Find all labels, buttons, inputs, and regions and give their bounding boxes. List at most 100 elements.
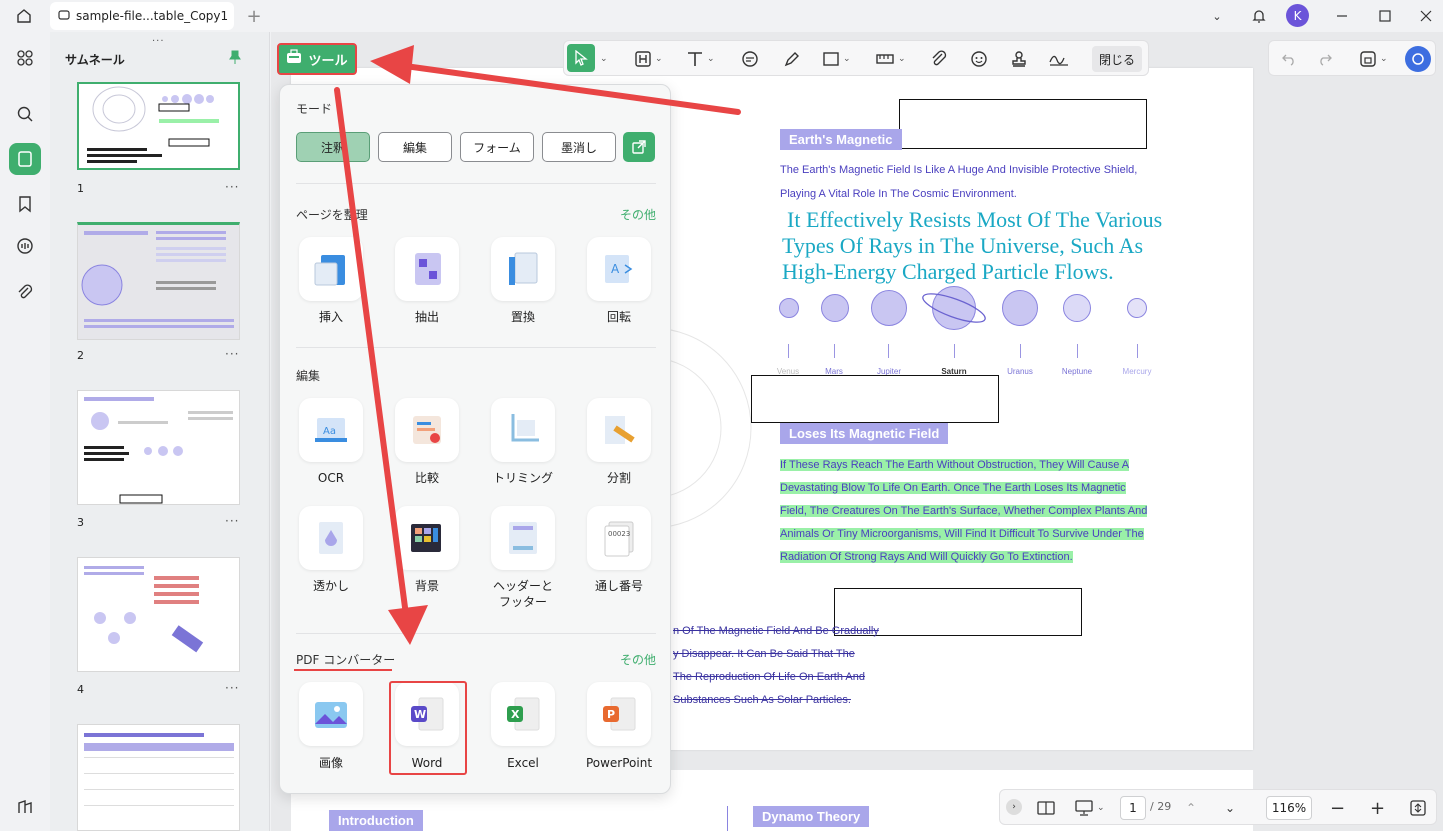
mode-annotate-button[interactable]: 注釈 (296, 132, 370, 162)
saturn-ring (922, 293, 986, 323)
rotate-label: 回転 (606, 310, 631, 324)
background-label: 背景 (414, 579, 439, 593)
rotate-page-icon[interactable]: A (587, 237, 651, 301)
extract-page-icon[interactable] (395, 237, 459, 301)
planet-label: Uranus (1007, 367, 1033, 376)
convert-to-powerpoint-icon[interactable]: P (587, 682, 651, 746)
highlighted-text[interactable]: Animals Or Tiny Microorganisms, Will Fin… (780, 528, 1144, 540)
thumbnail-more-icon[interactable]: ··· (225, 681, 239, 695)
close-toolbar-button[interactable]: 閉じる (1092, 46, 1142, 72)
thumbnail-more-icon[interactable]: ··· (225, 514, 239, 528)
select-cursor-icon[interactable] (567, 44, 595, 72)
zoom-level-input[interactable]: 116% (1266, 796, 1312, 820)
thumbnail-page-2[interactable] (77, 222, 240, 340)
home-icon[interactable] (14, 6, 34, 26)
split-label: 分割 (606, 471, 631, 485)
resize-handle[interactable]: ··· (152, 36, 165, 47)
convert-to-image-icon[interactable] (299, 682, 363, 746)
user-avatar[interactable]: K (1286, 4, 1309, 27)
redaction-box[interactable] (751, 375, 999, 423)
strikethrough-text[interactable]: y Disappear. It Can Be Said That The (673, 648, 855, 660)
highlighted-text[interactable]: Devastating Blow To Life On Earth. Once … (780, 482, 1126, 494)
fit-page-icon[interactable] (1410, 796, 1426, 820)
strikethrough-text[interactable]: The Reproduction Of Life On Earth And (673, 671, 865, 683)
zoom-out-icon[interactable]: − (1330, 796, 1345, 820)
bookmark-icon[interactable] (9, 188, 41, 220)
attachment-icon[interactable] (9, 276, 41, 308)
previous-page-icon[interactable]: ⌃ (1186, 796, 1196, 820)
open-external-icon[interactable] (623, 132, 655, 162)
pin-icon[interactable] (228, 49, 242, 68)
undo-icon[interactable] (1281, 47, 1297, 71)
document-tab[interactable]: sample-file...table_Copy1 (50, 2, 234, 30)
header-footer-icon[interactable] (491, 506, 555, 570)
thumbnail-more-icon[interactable]: ··· (225, 180, 239, 194)
minimize-icon[interactable] (1332, 6, 1352, 26)
close-window-icon[interactable] (1416, 6, 1436, 26)
highlighted-text[interactable]: Field, The Creatures On The Earth's Surf… (780, 505, 1148, 517)
signature-icon[interactable] (1048, 47, 1070, 71)
bates-numbering-label: 通し番号 (594, 579, 643, 593)
save-icon[interactable]: ⌄ (1359, 47, 1388, 71)
thumbnail-page-3[interactable] (77, 390, 240, 505)
sticker-icon[interactable] (970, 47, 988, 71)
thumbnail-page-1[interactable] (77, 82, 240, 170)
comment-icon[interactable] (9, 230, 41, 262)
planet-uranus (1002, 290, 1038, 326)
text-tool-icon[interactable]: ⌄ (686, 47, 715, 71)
large-text: It Effectively Resists Most Of The Vario… (787, 207, 1163, 232)
tools-button[interactable]: ツール (277, 43, 357, 75)
strikethrough-text[interactable]: Substances Such As Solar Particles. (673, 694, 851, 706)
header-footer-label: ヘッダーと フッター (492, 579, 553, 609)
highlight-text-icon[interactable]: ⌄ (634, 47, 663, 71)
attachment-paperclip-icon[interactable] (930, 47, 948, 71)
mode-edit-button[interactable]: 編集 (378, 132, 452, 162)
converter-more-link[interactable]: その他 (620, 651, 656, 668)
search-icon[interactable] (9, 98, 41, 130)
planet-mars (821, 294, 849, 322)
pen-icon[interactable] (783, 47, 801, 71)
presentation-icon[interactable]: ⌄ (1074, 796, 1105, 820)
stamp-icon[interactable] (1010, 47, 1028, 71)
highlighted-text[interactable]: If These Rays Reach The Earth Without Ob… (780, 459, 1130, 471)
thumbnail-more-icon[interactable]: ··· (225, 347, 239, 361)
notification-bell-icon[interactable] (1249, 6, 1269, 26)
measure-tool-icon[interactable]: ⌄ (875, 47, 906, 71)
page-layout-icon[interactable] (1036, 796, 1056, 820)
mode-redact-button[interactable]: 墨消し (542, 132, 616, 162)
redaction-box[interactable] (899, 99, 1147, 149)
replace-page-icon[interactable] (491, 237, 555, 301)
current-page-input[interactable]: 1 (1120, 796, 1146, 820)
mode-form-button[interactable]: フォーム (460, 132, 534, 162)
select-cursor-dropdown[interactable]: ⌄ (597, 47, 608, 71)
collapse-icon[interactable]: › (1006, 799, 1022, 815)
crop-trimming-icon[interactable] (491, 398, 555, 462)
watermark-icon[interactable] (299, 506, 363, 570)
highlighted-text[interactable]: Radiation Of Strong Rays And Will Quickl… (780, 551, 1073, 563)
redo-icon[interactable] (1317, 47, 1333, 71)
thumbnail-page-icon[interactable] (9, 143, 41, 175)
shape-rectangle-icon[interactable]: ⌄ (822, 47, 851, 71)
thumbnail-page-4[interactable] (77, 557, 240, 672)
sidebar-layout-icon[interactable] (9, 791, 41, 823)
new-tab-icon[interactable]: + (244, 6, 264, 27)
ai-assistant-icon[interactable] (1405, 46, 1431, 72)
section-heading: Earth's Magnetic (780, 129, 902, 150)
maximize-icon[interactable] (1375, 6, 1395, 26)
bates-numbering-icon[interactable]: 00023 (587, 506, 651, 570)
zoom-in-icon[interactable]: + (1370, 796, 1385, 820)
comment-bubble-icon[interactable] (741, 47, 759, 71)
powerpoint-label: PowerPoint (585, 756, 653, 770)
convert-to-excel-icon[interactable]: X (491, 682, 555, 746)
ocr-icon[interactable]: Aa (299, 398, 363, 462)
strikethrough-text[interactable]: n Of The Magnetic Field And Be Gradually (673, 625, 879, 637)
split-icon[interactable] (587, 398, 651, 462)
background-icon[interactable] (395, 506, 459, 570)
thumbnail-page-5[interactable] (77, 724, 240, 831)
compare-icon[interactable] (395, 398, 459, 462)
insert-page-icon[interactable] (299, 237, 363, 301)
organize-more-link[interactable]: その他 (620, 206, 656, 223)
chevron-down-icon[interactable]: ⌄ (1207, 6, 1227, 26)
next-page-icon[interactable]: ⌄ (1225, 796, 1235, 820)
apps-grid-icon[interactable] (9, 42, 41, 74)
